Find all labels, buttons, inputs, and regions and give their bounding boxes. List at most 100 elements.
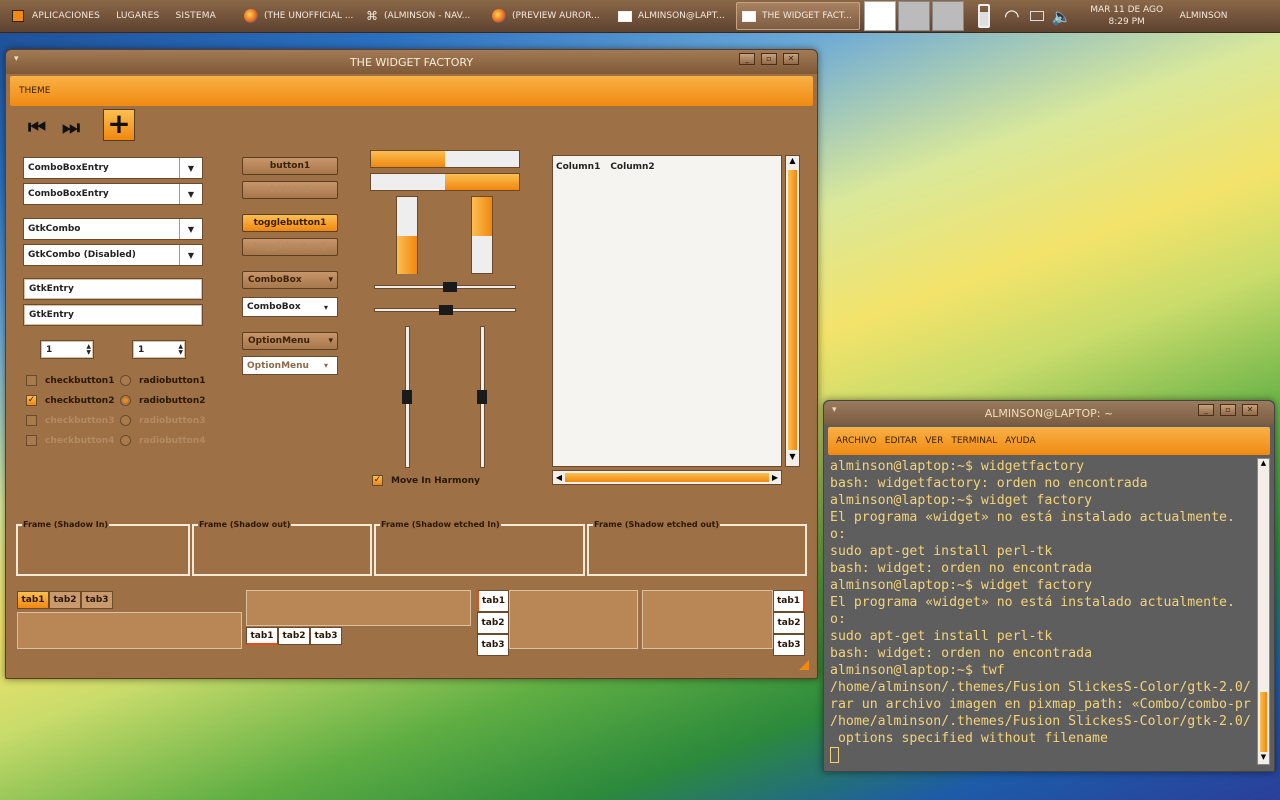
mail-icon[interactable]: [1029, 11, 1044, 21]
user-menu[interactable]: ALMINSON: [1180, 11, 1228, 21]
workspace-switcher[interactable]: [864, 1, 965, 31]
combo-entry-2[interactable]: ComboBoxEntry ▼: [23, 183, 203, 205]
task-alminson-nav[interactable]: ⌘ (ALMINSON - NAV...: [360, 2, 486, 30]
move-in-harmony-check[interactable]: ✓ Move In Harmony: [372, 475, 480, 486]
close-button[interactable]: ✕: [783, 53, 799, 65]
menu-archivo[interactable]: ARCHIVO: [828, 436, 881, 446]
tree-view[interactable]: Column1 Column2: [552, 155, 782, 467]
terminal-line: /home/alminson/.themes/Fusion SlickesS-C…: [830, 714, 1251, 729]
chevron-down-icon[interactable]: ▼: [180, 225, 202, 234]
terminal-titlebar[interactable]: ▾ ALMINSON@LAPTOP: ~ _ ▫ ✕: [824, 401, 1274, 425]
tab-1[interactable]: tab1: [773, 590, 805, 612]
column-header-1[interactable]: Column1: [556, 162, 600, 172]
resize-grip-icon[interactable]: [799, 660, 809, 670]
task-unofficial[interactable]: (THE UNOFFICIAL ...: [238, 2, 360, 30]
minimize-button[interactable]: _: [1198, 404, 1214, 416]
menu-terminal[interactable]: TERMINAL: [947, 436, 1001, 446]
terminal-line: sudo apt-get install perl-tk: [830, 629, 1053, 644]
arrow-right-icon[interactable]: ▶: [769, 473, 781, 482]
progress-bar-2: [370, 173, 520, 191]
radiobutton1[interactable]: radiobutton1: [120, 375, 206, 386]
first-icon[interactable]: ⏮: [28, 115, 46, 139]
spin-arrows-icon[interactable]: ▲ ▼: [86, 343, 93, 356]
vscale-2[interactable]: [477, 326, 487, 468]
tab-1[interactable]: tab1: [246, 627, 278, 645]
clock[interactable]: MAR 11 DE AGO 8:29 PM: [1082, 4, 1172, 28]
button1[interactable]: button1: [242, 157, 338, 175]
battery-icon[interactable]: [978, 4, 991, 28]
arrow-up-icon[interactable]: ▲: [1258, 459, 1269, 470]
task-terminal[interactable]: ALMINSON@LAPT...: [612, 2, 736, 30]
tab-2[interactable]: tab2: [49, 591, 81, 609]
tab-2[interactable]: tab2: [773, 612, 805, 634]
tab-1[interactable]: tab1: [17, 591, 49, 609]
optionmenu-1[interactable]: OptionMenu ▾: [242, 332, 338, 350]
menu-aplicaciones[interactable]: APLICACIONES: [24, 11, 108, 21]
minimize-button[interactable]: _: [739, 53, 755, 65]
terminal-line: bash: widget: orden no encontrada: [830, 646, 1093, 661]
vscale-1[interactable]: [402, 326, 412, 468]
column-header-2[interactable]: Column2: [610, 162, 654, 172]
menu-ayuda[interactable]: AYUDA: [1001, 436, 1039, 446]
chevron-down-icon[interactable]: ▼: [180, 190, 202, 199]
tab-2[interactable]: tab2: [278, 627, 310, 645]
menu-editar[interactable]: EDITAR: [881, 436, 921, 446]
tab-2[interactable]: tab2: [477, 612, 509, 634]
hscale-1[interactable]: [374, 282, 516, 292]
menu-sistema[interactable]: SISTEMA: [167, 11, 224, 21]
tab-1[interactable]: tab1: [477, 590, 509, 612]
window-menu-icon[interactable]: ▾: [14, 54, 19, 64]
chevron-down-icon[interactable]: ▼: [180, 164, 202, 173]
last-icon[interactable]: ⏭: [62, 115, 80, 139]
menu-ver[interactable]: VER: [921, 436, 947, 446]
maximize-button[interactable]: ▫: [761, 53, 777, 65]
add-icon[interactable]: +: [103, 109, 135, 141]
scrollbar-thumb[interactable]: [565, 473, 769, 482]
tab-3[interactable]: tab3: [81, 591, 113, 609]
scrollbar-thumb[interactable]: [788, 170, 797, 450]
gtk-entry-1[interactable]: GtkEntry: [23, 278, 203, 300]
tab-3[interactable]: tab3: [477, 634, 509, 656]
task-preview-auror[interactable]: (PREVIEW AUROR...: [486, 2, 612, 30]
radiobutton2[interactable]: radiobutton2: [120, 395, 206, 406]
gtk-entry-2[interactable]: GtkEntry: [23, 304, 203, 326]
checkbutton1[interactable]: checkbutton1: [26, 375, 114, 386]
arrow-down-icon[interactable]: ▼: [786, 452, 799, 464]
notebook-right-tabs: tab1 tab2 tab3: [773, 590, 805, 656]
scrollbar-thumb[interactable]: [1260, 692, 1267, 752]
terminal-line: o:: [830, 612, 846, 627]
combo-entry-1[interactable]: ComboBoxEntry ▼: [23, 157, 203, 179]
wifi-icon[interactable]: ◠: [1004, 6, 1020, 27]
volume-icon[interactable]: 🔈: [1052, 7, 1072, 26]
close-button[interactable]: ✕: [1242, 404, 1258, 416]
horizontal-scrollbar[interactable]: ◀ ▶: [552, 470, 782, 485]
hscale-2[interactable]: [374, 305, 516, 315]
progress-bar-1: [370, 150, 520, 168]
arrow-down-icon[interactable]: ▼: [1258, 753, 1269, 764]
terminal-scrollbar[interactable]: ▲ ▼: [1257, 458, 1270, 765]
combobox-2[interactable]: ComboBox ▾: [242, 297, 338, 317]
checkbutton3: checkbutton3: [26, 415, 114, 426]
terminal-line: rar un archivo imagen en pixmap_path: «C…: [830, 697, 1251, 712]
checkbutton2[interactable]: ✓ checkbutton2: [26, 395, 114, 406]
combobox-1[interactable]: ComboBox ▾: [242, 271, 338, 289]
terminal-menubar: ARCHIVO EDITAR VER TERMINAL AYUDA: [828, 427, 1270, 455]
maximize-button[interactable]: ▫: [1220, 404, 1236, 416]
window-menu-icon[interactable]: ▾: [832, 405, 837, 415]
menu-lugares[interactable]: LUGARES: [108, 11, 167, 21]
task-widget-factory[interactable]: THE WIDGET FACT...: [736, 2, 861, 30]
menu-theme[interactable]: THEME: [10, 86, 59, 96]
vertical-scrollbar[interactable]: ▲ ▼: [785, 155, 800, 467]
spin-button-1[interactable]: 1 ▲ ▼: [40, 340, 94, 359]
spin-button-2[interactable]: 1 ▲ ▼: [132, 340, 186, 359]
spin-arrows-icon[interactable]: ▲ ▼: [178, 343, 185, 356]
terminal-output[interactable]: alminson@laptop:~$ widgetfactory bash: w…: [830, 458, 1256, 767]
togglebutton1[interactable]: togglebutton1: [242, 214, 338, 232]
gtk-combo[interactable]: GtkCombo ▼: [23, 218, 203, 240]
tab-3[interactable]: tab3: [310, 627, 342, 645]
menu-logo-icon[interactable]: [12, 10, 24, 22]
arrow-left-icon[interactable]: ◀: [553, 473, 565, 482]
arrow-up-icon[interactable]: ▲: [786, 156, 799, 168]
tab-3[interactable]: tab3: [773, 634, 805, 656]
titlebar[interactable]: ▾ THE WIDGET FACTORY _ ▫ ✕: [6, 50, 817, 74]
